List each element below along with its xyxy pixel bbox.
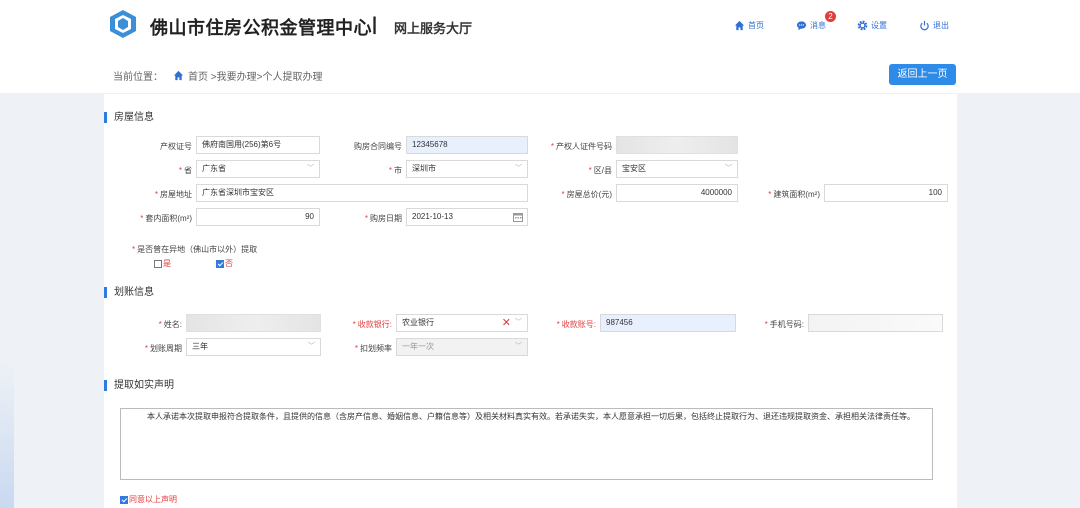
section-title-declaration: 提取如实声明	[104, 380, 174, 391]
message-count-badge: 2	[825, 11, 836, 22]
nav-messages-label: 消息	[810, 21, 826, 30]
chevron-down-icon: ﹀	[725, 165, 732, 172]
top-bar: 佛山市住房公积金管理中心 | 网上服务大厅 首页 消息 2 设置 退出 当前位置…	[0, 0, 1080, 93]
build-area-input[interactable]: 100	[824, 184, 948, 202]
home-icon	[734, 20, 745, 31]
city-select[interactable]: 深圳市 ﹀	[406, 160, 528, 178]
breadcrumb-path[interactable]: 首页 >我要办理>个人提取办理	[188, 68, 322, 83]
chevron-down-icon: ﹀	[515, 165, 522, 172]
label-contract-no: 购房合同编号	[354, 142, 402, 151]
inner-area-input[interactable]: 90	[196, 208, 320, 226]
label-district: * 区/县	[588, 166, 612, 175]
offsite-yes-checkbox[interactable]: 是	[154, 258, 171, 269]
frequency-select: 一年一次 ﹀	[396, 338, 528, 356]
breadcrumb-prefix: 当前位置：	[113, 72, 163, 83]
nav-logout-label: 退出	[933, 21, 949, 30]
section-title-house: 房屋信息	[104, 112, 154, 123]
label-inner-area: * 套内面积(m²)	[140, 214, 192, 223]
label-phone: * 手机号码:	[764, 320, 804, 329]
name-input[interactable]	[186, 314, 321, 332]
address-input[interactable]: 广东省深圳市宝安区	[196, 184, 528, 202]
account-input[interactable]: 987456	[600, 314, 736, 332]
site-subtitle: 网上服务大厅	[394, 21, 473, 36]
section-title-transfer: 划账信息	[104, 287, 154, 298]
label-name: * 姓名:	[158, 320, 182, 329]
property-cert-input[interactable]: 佛府南国用(256)第6号	[196, 136, 320, 154]
nav-settings[interactable]: 设置	[857, 20, 887, 31]
contract-no-input[interactable]: 12345678	[406, 136, 528, 154]
chevron-down-icon: ﹀	[307, 165, 314, 172]
breadcrumb: 当前位置： 首页 >我要办理>个人提取办理	[113, 68, 322, 83]
logo-icon	[110, 10, 136, 38]
message-icon	[796, 21, 807, 31]
label-account: * 收款账号:	[556, 320, 596, 329]
label-build-area: * 建筑面积(m²)	[768, 190, 820, 199]
label-buy-date: * 购房日期	[364, 214, 402, 223]
calendar-icon[interactable]	[513, 212, 523, 222]
nav-home-label: 首页	[748, 21, 764, 30]
chevron-down-icon: ﹀	[308, 343, 315, 350]
owner-id-input[interactable]	[616, 136, 738, 154]
site-title: 佛山市住房公积金管理中心	[150, 18, 372, 38]
buy-date-input[interactable]: 2021-10-13	[406, 208, 528, 226]
offsite-no-checkbox[interactable]: 否	[216, 258, 233, 269]
label-cycle: * 划账周期	[144, 344, 182, 353]
chevron-down-icon: ﹀	[515, 343, 522, 350]
chevron-down-icon: ﹀	[515, 319, 522, 326]
bank-select[interactable]: 农业银行 ✕ ﹀	[396, 314, 528, 332]
total-price-input[interactable]: 4000000	[616, 184, 738, 202]
phone-input[interactable]	[808, 314, 943, 332]
nav-home[interactable]: 首页	[734, 20, 764, 31]
back-button[interactable]: 返回上一页	[889, 64, 956, 85]
declaration-textarea[interactable]: 本人承诺本次提取申报符合提取条件，且提供的信息（含房产信息、婚姻信息、户籍信息等…	[120, 408, 933, 480]
label-address: * 房屋地址	[154, 190, 192, 199]
label-frequency: * 扣划频率	[354, 344, 392, 353]
label-offsite-withdraw: * 是否曾在异地（佛山市以外）提取	[132, 245, 258, 254]
gear-icon	[857, 20, 868, 31]
background-decoration	[0, 360, 14, 508]
power-icon	[920, 20, 929, 31]
label-province: * 省	[178, 166, 192, 175]
label-property-cert: 产权证号	[160, 142, 192, 151]
cycle-select[interactable]: 三年 ﹀	[186, 338, 321, 356]
checkbox-checked-icon	[120, 495, 128, 504]
label-bank: * 收款银行:	[352, 320, 392, 329]
nav-logout[interactable]: 退出	[919, 20, 949, 31]
province-select[interactable]: 广东省 ﹀	[196, 160, 320, 178]
label-city: * 市	[388, 166, 402, 175]
label-total-price: * 房屋总价(元)	[561, 190, 612, 199]
checkbox-unchecked-icon	[154, 259, 162, 268]
title-separator: |	[372, 14, 378, 34]
home-icon[interactable]	[173, 70, 184, 81]
agree-declaration-checkbox[interactable]: 同意以上声明	[120, 494, 177, 505]
nav-messages[interactable]: 消息	[796, 20, 826, 31]
checkbox-checked-icon	[216, 259, 224, 268]
clear-icon[interactable]: ✕	[502, 315, 511, 331]
label-owner-id: * 产权人证件号码	[550, 142, 612, 151]
nav-settings-label: 设置	[871, 21, 887, 30]
district-select[interactable]: 宝安区 ﹀	[616, 160, 738, 178]
